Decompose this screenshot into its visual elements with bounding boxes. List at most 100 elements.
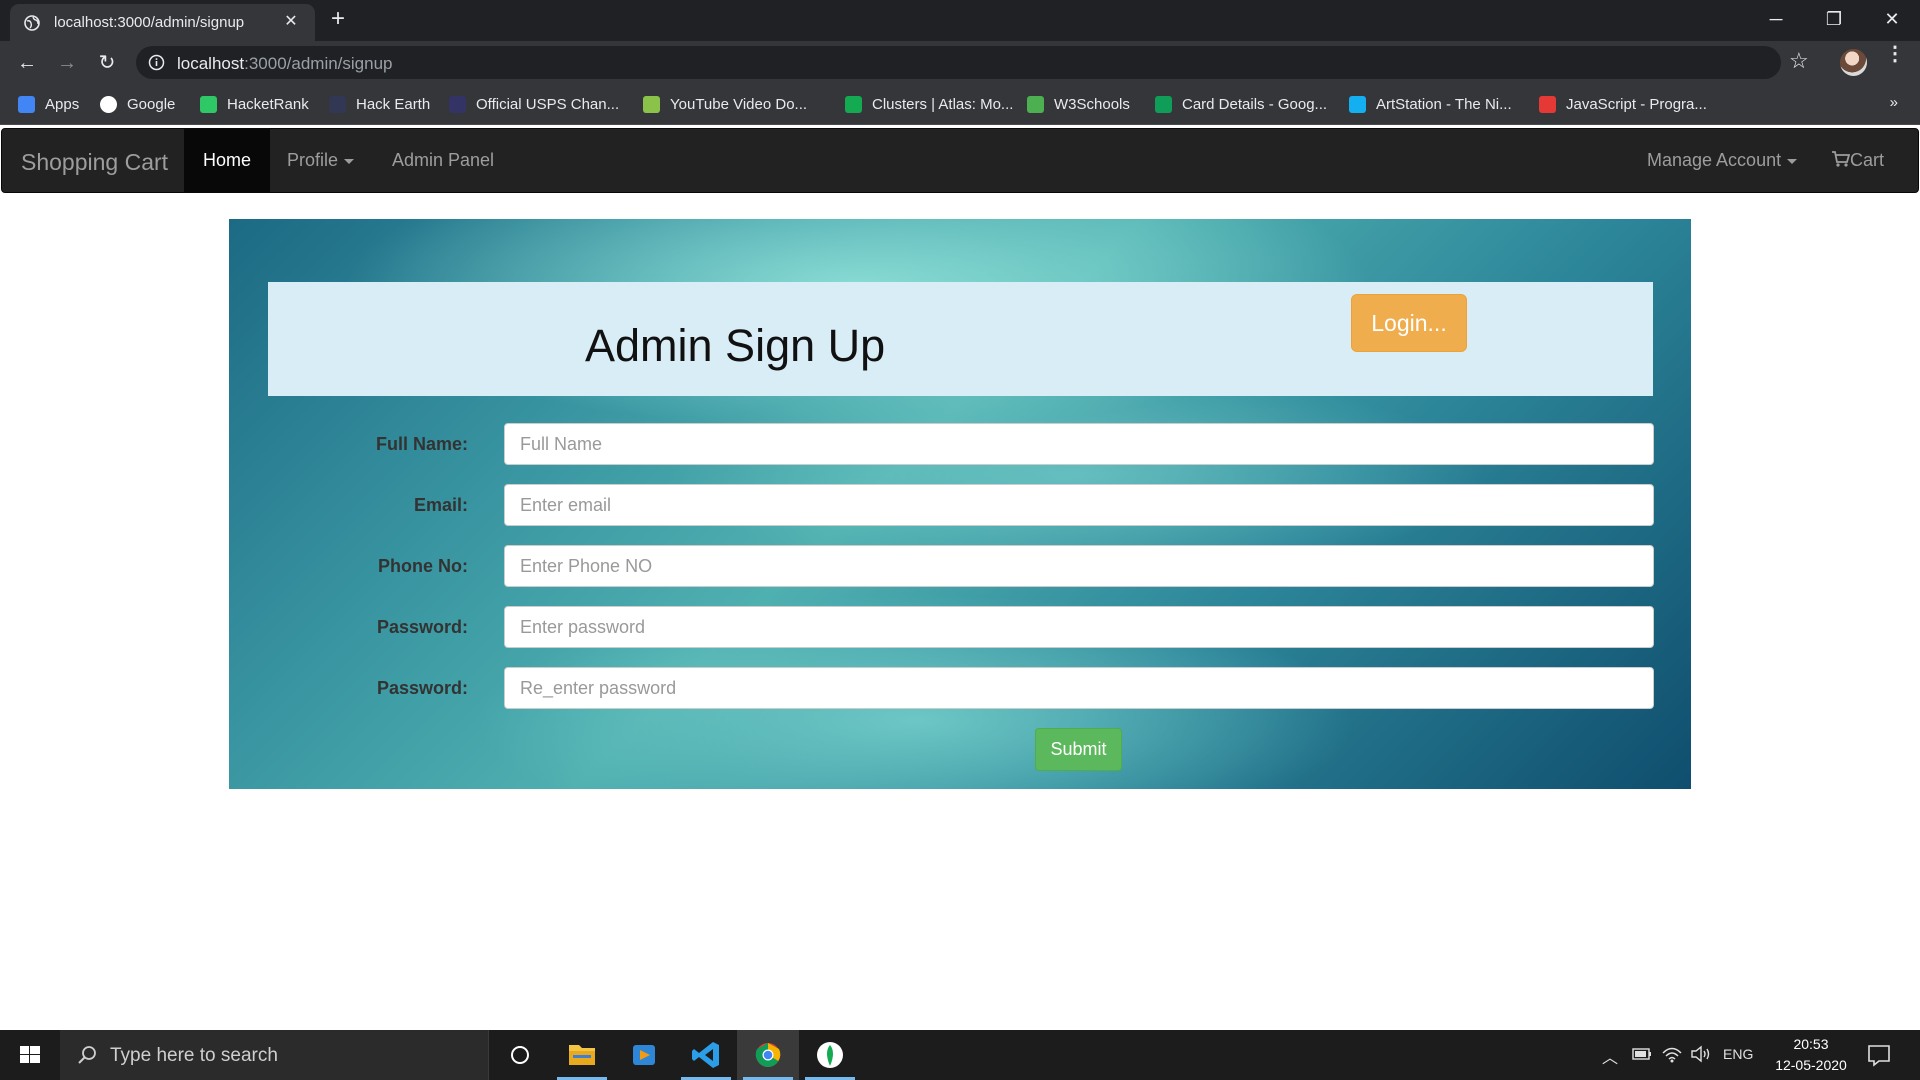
apps-grid-icon <box>18 95 35 113</box>
clock-time: 20:53 <box>1793 1036 1829 1052</box>
bookmark-item[interactable]: Official USPS Chan... <box>449 94 619 114</box>
full-name-label: Full Name: <box>375 434 468 454</box>
nav-profile-dropdown[interactable]: Profile <box>268 129 373 192</box>
language-indicator[interactable]: ENG <box>1723 1046 1753 1062</box>
taskbar-media-player[interactable] <box>613 1030 675 1080</box>
form-row-full-name: Full Name: <box>229 422 1691 466</box>
google-icon <box>100 95 117 113</box>
cart-icon <box>1832 151 1851 167</box>
bookmark-label: Google <box>127 95 176 113</box>
nav-admin-panel[interactable]: Admin Panel <box>373 129 513 192</box>
form-row-password: Password: <box>229 605 1691 649</box>
nav-cart[interactable]: Cart <box>1814 129 1902 192</box>
folder-icon <box>569 1045 595 1065</box>
signup-header-panel: Admin Sign Up Login... <box>268 282 1653 396</box>
wifi-icon[interactable] <box>1662 1045 1682 1063</box>
browser-tab[interactable]: localhost:3000/admin/signup ✕ <box>10 4 315 41</box>
bookmark-label: Hack Earth <box>356 95 431 113</box>
bookmark-label: ArtStation - The Ni... <box>1376 95 1512 113</box>
profile-avatar[interactable] <box>1840 49 1867 76</box>
mongodb-leaf-icon <box>817 1042 843 1068</box>
address-bar[interactable]: localhost:3000/admin/signup <box>136 46 1781 79</box>
globe-icon <box>24 15 40 31</box>
bookmarks-bar: Apps Google HacketRank Hack Earth Official U… <box>0 84 1920 125</box>
confirm-password-label: Password: <box>376 678 468 698</box>
back-icon[interactable]: ← <box>12 48 42 78</box>
bookmark-star-icon[interactable]: ☆ <box>1789 48 1809 74</box>
windows-start-button[interactable] <box>0 1030 60 1080</box>
clock-date: 12-05-2020 <box>1775 1057 1847 1073</box>
bookmark-label: HacketRank <box>227 95 309 113</box>
mongodb-leaf-icon <box>845 95 862 113</box>
login-button[interactable]: Login... <box>1351 294 1467 352</box>
taskbar-file-explorer[interactable] <box>551 1030 613 1080</box>
bookmark-label: Apps <box>45 95 80 113</box>
search-icon <box>78 1046 96 1064</box>
bookmark-item[interactable]: JavaScript - Progra... <box>1539 94 1707 114</box>
phone-field[interactable] <box>504 545 1654 587</box>
vscode-icon <box>692 1042 719 1068</box>
browser-toolbar: ← → ↻ localhost:3000/admin/signup ☆ ⋮ <box>0 41 1920 84</box>
chrome-icon <box>755 1043 781 1067</box>
taskbar-mongodb-compass[interactable] <box>799 1030 861 1080</box>
taskbar-vscode[interactable] <box>675 1030 737 1080</box>
windows-taskbar: Type here to search ︿ ENG 20:53 12-05-20… <box>0 1030 1920 1080</box>
notification-center-icon[interactable] <box>1866 1042 1892 1068</box>
search-placeholder: Type here to search <box>110 1045 278 1066</box>
hackerrank-icon <box>200 95 217 113</box>
tab-close-icon[interactable]: ✕ <box>280 11 302 33</box>
browser-tab-bar: localhost:3000/admin/signup ✕ + ─ ❐ ✕ <box>0 0 1920 41</box>
page-title: Admin Sign Up <box>585 320 886 371</box>
url-path: :3000/admin/signup <box>244 54 393 73</box>
battery-icon[interactable] <box>1632 1047 1652 1061</box>
submit-button[interactable]: Submit <box>1035 728 1122 771</box>
info-icon[interactable] <box>148 54 165 71</box>
email-label: Email: <box>413 495 468 515</box>
app-navbar: Shopping Cart Home Profile Admin Panel M… <box>1 128 1919 193</box>
volume-icon[interactable] <box>1690 1045 1712 1063</box>
full-name-field[interactable] <box>504 423 1654 465</box>
email-field[interactable] <box>504 484 1654 526</box>
bookmark-item[interactable]: YouTube Video Do... <box>643 94 807 114</box>
usps-icon <box>449 95 466 113</box>
bookmark-item[interactable]: Card Details - Goog... <box>1155 94 1327 114</box>
tab-title: localhost:3000/admin/signup <box>54 14 245 31</box>
caret-down-icon <box>1787 158 1798 164</box>
minimize-icon[interactable]: ─ <box>1748 0 1804 41</box>
bookmarks-overflow-icon[interactable]: » <box>1890 94 1898 111</box>
new-tab-icon[interactable]: + <box>326 7 350 32</box>
reload-icon[interactable]: ↻ <box>92 48 122 78</box>
form-row-confirm-password: Password: <box>229 666 1691 710</box>
bookmark-item[interactable]: HacketRank <box>200 94 309 114</box>
password-field[interactable] <box>504 606 1654 648</box>
cortana-circle-icon <box>511 1046 529 1064</box>
window-close-icon[interactable]: ✕ <box>1864 0 1920 41</box>
taskbar-clock[interactable]: 20:53 12-05-2020 <box>1766 1034 1856 1076</box>
bookmark-label: JavaScript - Progra... <box>1566 95 1707 113</box>
caret-down-icon <box>344 158 355 164</box>
bookmark-item[interactable]: Apps <box>18 94 79 114</box>
bookmark-item[interactable]: ArtStation - The Ni... <box>1349 94 1512 114</box>
form-row-phone: Phone No: <box>229 544 1691 588</box>
cortana-button[interactable] <box>489 1030 551 1080</box>
bookmark-item[interactable]: Clusters | Atlas: Mo... <box>845 94 1013 114</box>
download-arrow-icon <box>643 95 660 113</box>
bookmark-item[interactable]: W3Schools <box>1027 94 1130 114</box>
bookmark-item[interactable]: Google <box>100 94 175 114</box>
nav-manage-account-dropdown[interactable]: Manage Account <box>1628 129 1816 192</box>
w3schools-icon <box>1027 95 1044 113</box>
bookmark-item[interactable]: Hack Earth <box>329 94 430 114</box>
restore-icon[interactable]: ❐ <box>1806 0 1862 41</box>
nav-profile-label: Profile <box>287 150 339 170</box>
url-text: localhost:3000/admin/signup <box>177 54 393 74</box>
bookmark-label: Official USPS Chan... <box>476 95 620 113</box>
tray-chevron-up-icon[interactable]: ︿ <box>1602 1044 1618 1068</box>
brand-link[interactable]: Shopping Cart <box>21 149 168 176</box>
forward-icon[interactable]: → <box>52 48 82 78</box>
taskbar-chrome[interactable] <box>737 1030 799 1080</box>
nav-home[interactable]: Home <box>184 129 271 192</box>
confirm-password-field[interactable] <box>504 667 1654 709</box>
browser-menu-icon[interactable]: ⋮ <box>1885 44 1905 64</box>
form-row-email: Email: <box>229 483 1691 527</box>
taskbar-search[interactable]: Type here to search <box>60 1030 489 1080</box>
